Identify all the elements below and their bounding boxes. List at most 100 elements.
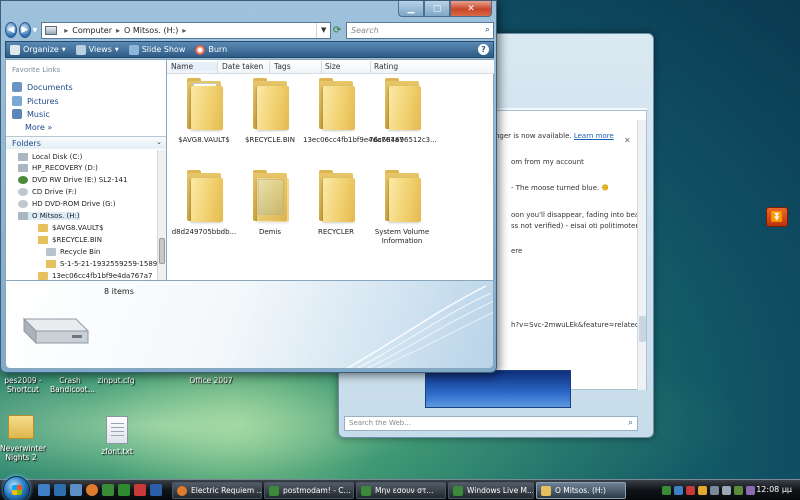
desktop-icon-label[interactable]: zinput.cfg: [96, 376, 136, 385]
tree-item[interactable]: Local Disk (C:): [18, 153, 82, 161]
bluetooth-icon[interactable]: [674, 486, 683, 495]
learn-more-link[interactable]: Learn more: [574, 132, 614, 140]
app-icon[interactable]: [134, 484, 146, 496]
tree-item-selected[interactable]: O Mitsos. (H:): [18, 212, 80, 220]
messenger-ad-banner[interactable]: [425, 370, 571, 408]
scroll-thumb[interactable]: [159, 238, 165, 264]
taskbar-item[interactable]: Μην εσουν στ...: [356, 482, 446, 499]
slideshow-button[interactable]: Slide Show: [128, 44, 185, 55]
ie-icon[interactable]: [54, 484, 66, 496]
download-arrow-icon[interactable]: ⏬: [766, 207, 788, 227]
folders-header[interactable]: Folders ⌄: [6, 136, 166, 149]
taskbar-item[interactable]: Windows Live M...: [448, 482, 534, 499]
folder-icon: [183, 78, 225, 130]
folder-item[interactable]: System Volume Information: [369, 170, 435, 246]
volume-icon[interactable]: [722, 486, 731, 495]
battery-icon[interactable]: [734, 486, 743, 495]
desktop-icon-label[interactable]: Office 2007: [186, 376, 236, 385]
desktop-icon-label[interactable]: Neverwinter Nights 2: [0, 444, 46, 462]
close-button[interactable]: ✕: [450, 1, 492, 17]
antivirus-icon[interactable]: [686, 486, 695, 495]
views-button[interactable]: Views ▼: [75, 44, 119, 55]
search-input[interactable]: Search ⌕: [346, 21, 495, 39]
breadcrumb-computer[interactable]: Computer: [72, 26, 112, 35]
folder-item[interactable]: d8d249705bbdb...: [171, 170, 237, 237]
tree-scrollbar[interactable]: [157, 150, 166, 280]
folder-item[interactable]: Demis: [237, 170, 303, 237]
column-size[interactable]: Size: [325, 62, 340, 71]
tray-icon[interactable]: [698, 486, 707, 495]
address-dropdown-icon[interactable]: ▼: [316, 22, 330, 38]
column-name[interactable]: Name: [171, 62, 217, 71]
smiley-icon: ☻: [601, 184, 609, 192]
chevron-right-icon[interactable]: ▸: [116, 26, 120, 35]
column-tags[interactable]: Tags: [274, 62, 291, 71]
help-icon[interactable]: ?: [478, 44, 489, 55]
tree-item[interactable]: S-1-5-21-1932559259-1589931: [46, 260, 171, 268]
maximize-button[interactable]: ▢: [424, 1, 450, 17]
start-button[interactable]: [3, 476, 30, 500]
search-icon[interactable]: ⌕: [628, 418, 633, 428]
column-rating[interactable]: Rating: [374, 62, 398, 71]
folder-item[interactable]: $AVG8.VAULT$: [171, 78, 237, 145]
web-search-input[interactable]: Search the Web... ⌕: [344, 416, 638, 431]
taskbar-item[interactable]: postmodam! - C...: [264, 482, 354, 499]
show-desktop-icon[interactable]: [38, 484, 50, 496]
messenger-scrollbar[interactable]: [637, 120, 646, 390]
folder-item[interactable]: 13ec06cc4fb1bf9e4da767a7: [303, 78, 403, 145]
messenger-line: nger is now available. Learn more: [495, 132, 614, 140]
burn-button[interactable]: Burn: [195, 44, 227, 55]
desktop-icon-label[interactable]: zfont.txt: [96, 447, 138, 456]
column-header-row: Name Date taken Tags Size Rating: [167, 60, 494, 74]
tree-item[interactable]: CD Drive (F:): [18, 188, 77, 196]
messenger-icon[interactable]: [102, 484, 114, 496]
folder-icon: [249, 78, 291, 130]
organize-button[interactable]: Organize ▼: [10, 44, 66, 55]
column-date-taken[interactable]: Date taken: [222, 62, 263, 71]
folder-icon: [381, 170, 423, 222]
excel-icon[interactable]: [118, 484, 130, 496]
favorite-documents[interactable]: Documents: [12, 82, 73, 92]
breadcrumb-drive[interactable]: O Mitsos. (H:): [124, 26, 178, 35]
tree-item[interactable]: HD DVD-ROM Drive (G:): [18, 200, 116, 208]
tree-item[interactable]: Recycle Bin: [46, 248, 100, 256]
favorite-music[interactable]: Music: [12, 109, 50, 119]
forward-button[interactable]: ▶: [18, 22, 31, 38]
tray-icon[interactable]: [746, 486, 755, 495]
desktop-icon-label[interactable]: Crash Bandicoot...: [50, 376, 95, 394]
taskbar-item-active[interactable]: O Mitsos. (H:): [536, 482, 626, 499]
clock[interactable]: 12:08 μμ: [756, 485, 792, 494]
network-icon[interactable]: [710, 486, 719, 495]
tree-item[interactable]: 13ec06cc4fb1bf9e4da767a7: [38, 272, 152, 280]
neverwinter-folder-icon[interactable]: [8, 415, 34, 439]
tray-icon[interactable]: [662, 486, 671, 495]
back-button[interactable]: ◀: [5, 22, 17, 38]
more-link[interactable]: More »: [25, 123, 52, 132]
chevron-right-icon[interactable]: ▸: [182, 26, 186, 35]
refresh-icon[interactable]: ⟳: [332, 22, 342, 39]
favorite-pictures[interactable]: Pictures: [12, 96, 59, 106]
minimize-button[interactable]: ▁: [398, 1, 424, 17]
disk-icon: [18, 153, 28, 161]
chevron-down-icon[interactable]: ⌄: [156, 138, 162, 146]
folder-item[interactable]: 76c684696512c3...: [369, 78, 437, 145]
folder-item[interactable]: RECYCLER: [303, 170, 369, 237]
history-dropdown-icon[interactable]: ▼: [33, 27, 38, 34]
tree-item[interactable]: HP_RECOVERY (D:): [18, 164, 98, 172]
tree-item[interactable]: $RECYCLE.BIN: [38, 236, 102, 244]
explorer-window[interactable]: ▁ ▢ ✕ ◀ ▶ ▼ ▸ Computer ▸ O Mitsos. (H:) …: [0, 0, 497, 373]
tree-item[interactable]: $AVG8.VAULT$: [38, 224, 104, 232]
taskbar-item[interactable]: Electric Requiem ...: [172, 482, 262, 499]
scroll-thumb[interactable]: [639, 316, 646, 342]
folder-item[interactable]: $RECYCLE.BIN: [237, 78, 303, 145]
desktop-icon-label[interactable]: pes2009 - Shortcut: [4, 376, 42, 394]
tree-item[interactable]: DVD RW Drive (E:) SL2-141: [18, 176, 127, 184]
text-file-icon[interactable]: [106, 416, 128, 444]
close-icon[interactable]: ✕: [624, 136, 631, 145]
firefox-icon[interactable]: [86, 484, 98, 496]
window-switcher-icon[interactable]: [70, 484, 82, 496]
search-icon[interactable]: ⌕: [485, 25, 490, 35]
address-bar[interactable]: ▸ Computer ▸ O Mitsos. (H:) ▸ ▼: [41, 21, 332, 39]
word-icon[interactable]: [150, 484, 162, 496]
chevron-right-icon[interactable]: ▸: [64, 26, 68, 35]
